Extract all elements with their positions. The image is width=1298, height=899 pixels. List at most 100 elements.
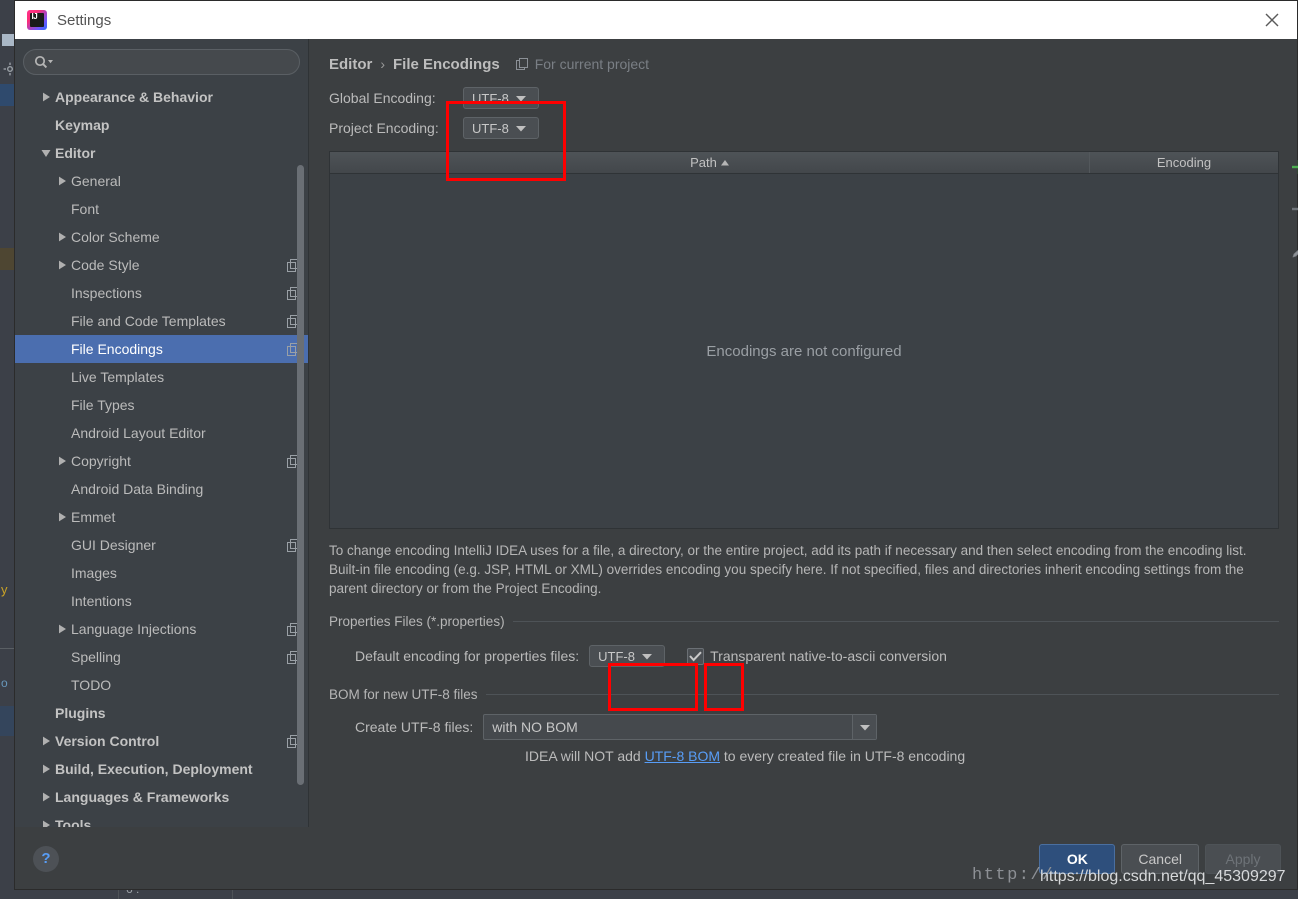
sidebar-item-android-layout-editor[interactable]: Android Layout Editor	[15, 419, 308, 447]
add-encoding-button[interactable]	[1286, 154, 1298, 180]
properties-section-header: Properties Files (*.properties)	[329, 614, 1279, 629]
encodings-table: Path Encoding Encodings are not configur…	[329, 151, 1298, 529]
sidebar-item-version-control[interactable]: Version Control	[15, 727, 308, 755]
transparent-native-to-ascii-row[interactable]: Transparent native-to-ascii conversion	[687, 647, 947, 665]
sidebar-item-font[interactable]: Font	[15, 195, 308, 223]
chevron-right-icon[interactable]	[37, 736, 55, 746]
chevron-down-icon[interactable]	[37, 149, 55, 158]
sidebar-item-language-injections[interactable]: Language Injections	[15, 615, 308, 643]
chevron-right-icon[interactable]	[37, 792, 55, 802]
chevron-right-icon[interactable]	[53, 512, 71, 522]
background-text-y: y	[1, 582, 8, 597]
sidebar-item-languages-frameworks[interactable]: Languages & Frameworks	[15, 783, 308, 811]
settings-main-panel: Editor › File Encodings For current proj…	[309, 39, 1298, 827]
create-utf8-files-row: Create UTF-8 files: with NO BOM	[329, 714, 1279, 740]
sidebar-item-live-templates[interactable]: Live Templates	[15, 363, 308, 391]
chevron-right-icon[interactable]	[37, 764, 55, 774]
sidebar-item-label: General	[71, 173, 121, 189]
utf8-bom-link[interactable]: UTF-8 BOM	[645, 748, 720, 764]
sidebar-item-general[interactable]: General	[15, 167, 308, 195]
settings-sidebar: Appearance & Behavior Keymap Editor General…	[15, 39, 309, 827]
sidebar-item-file-and-code-templates[interactable]: File and Code Templates	[15, 307, 308, 335]
help-button[interactable]: ?	[33, 845, 59, 872]
background-swatch-4	[0, 470, 12, 488]
transparent-native-to-ascii-label: Transparent native-to-ascii conversion	[710, 648, 947, 664]
background-text-o: o	[1, 676, 8, 690]
sidebar-item-color-scheme[interactable]: Color Scheme	[15, 223, 308, 251]
sidebar-item-label: Color Scheme	[71, 229, 160, 245]
column-header-encoding-label: Encoding	[1156, 155, 1212, 170]
cancel-button[interactable]: Cancel	[1121, 843, 1199, 874]
ok-button[interactable]: OK	[1039, 843, 1116, 874]
sidebar-item-label: Live Templates	[71, 369, 165, 385]
chevron-right-icon[interactable]	[53, 176, 71, 186]
sidebar-item-label: Language Injections	[71, 621, 197, 637]
sidebar-item-label: Code Style	[71, 257, 140, 273]
chevron-down-icon	[641, 647, 652, 665]
chevron-right-icon[interactable]	[37, 820, 55, 827]
sidebar-item-keymap[interactable]: Keymap	[15, 111, 308, 139]
sidebar-item-tools[interactable]: Tools	[15, 811, 308, 827]
sidebar-item-label: Build, Execution, Deployment	[55, 761, 253, 777]
sidebar-scrollbar-thumb[interactable]	[297, 165, 304, 785]
chevron-down-icon[interactable]	[852, 715, 877, 739]
sidebar-item-code-style[interactable]: Code Style	[15, 251, 308, 279]
column-header-encoding[interactable]: Encoding	[1090, 152, 1278, 173]
breadcrumb: Editor › File Encodings For current proj…	[329, 53, 1279, 75]
sidebar-item-label: GUI Designer	[71, 537, 156, 553]
sidebar-item-appearance-behavior[interactable]: Appearance & Behavior	[15, 83, 308, 111]
chevron-right-icon[interactable]	[37, 92, 55, 102]
default-properties-encoding-row: Default encoding for properties files: U…	[329, 641, 1279, 671]
sidebar-item-label: Languages & Frameworks	[55, 789, 230, 805]
chevron-right-icon[interactable]	[53, 456, 71, 466]
default-properties-encoding-dropdown[interactable]: UTF-8	[589, 645, 666, 667]
chevron-right-icon[interactable]	[53, 232, 71, 242]
sidebar-item-label: Inspections	[71, 285, 142, 301]
pencil-icon[interactable]	[1286, 238, 1298, 264]
help-label: ?	[41, 850, 51, 867]
chevron-down-icon	[515, 89, 526, 107]
table-toolbar	[1282, 152, 1298, 272]
breadcrumb-parent[interactable]: Editor	[329, 56, 372, 73]
close-icon[interactable]	[1247, 1, 1297, 39]
transparent-native-to-ascii-checkbox[interactable]	[687, 647, 705, 665]
create-utf8-files-label: Create UTF-8 files:	[355, 719, 474, 735]
sidebar-item-images[interactable]: Images	[15, 559, 308, 587]
column-header-path[interactable]: Path	[330, 152, 1090, 173]
project-scope-icon	[515, 57, 529, 71]
sidebar-item-file-encodings[interactable]: File Encodings	[15, 335, 308, 363]
sidebar-item-intentions[interactable]: Intentions	[15, 587, 308, 615]
sidebar-item-label: Intentions	[71, 593, 132, 609]
sidebar-scrollbar-track[interactable]	[297, 83, 306, 827]
global-encoding-dropdown[interactable]: UTF-8	[463, 87, 539, 109]
sidebar-item-label: File Types	[71, 397, 135, 413]
chevron-right-icon[interactable]	[53, 260, 71, 270]
background-swatch-6	[0, 706, 14, 736]
sidebar-item-spelling[interactable]: Spelling	[15, 643, 308, 671]
properties-files-section: Properties Files (*.properties) Default …	[329, 614, 1279, 671]
sidebar-item-emmet[interactable]: Emmet	[15, 503, 308, 531]
sidebar-item-file-types[interactable]: File Types	[15, 391, 308, 419]
sidebar-item-todo[interactable]: TODO	[15, 671, 308, 699]
sidebar-item-label: Android Data Binding	[71, 481, 204, 497]
create-utf8-files-dropdown[interactable]: with NO BOM	[483, 714, 878, 740]
intellij-logo-icon: IJ	[27, 10, 47, 30]
sidebar-item-editor[interactable]: Editor	[15, 139, 308, 167]
empty-state-message: Encodings are not configured	[706, 342, 902, 360]
table-header-row: Path Encoding	[330, 152, 1278, 174]
project-encoding-dropdown[interactable]: UTF-8	[463, 117, 539, 139]
encodings-description: To change encoding IntelliJ IDEA uses fo…	[329, 543, 1247, 596]
default-properties-encoding-value: UTF-8	[598, 648, 635, 664]
sidebar-item-android-data-binding[interactable]: Android Data Binding	[15, 475, 308, 503]
sidebar-item-plugins[interactable]: Plugins	[15, 699, 308, 727]
sidebar-item-build-execution-deployment[interactable]: Build, Execution, Deployment	[15, 755, 308, 783]
search-input[interactable]	[54, 53, 289, 71]
sidebar-item-gui-designer[interactable]: GUI Designer	[15, 531, 308, 559]
bom-note-prefix: IDEA will NOT add	[525, 748, 645, 764]
create-utf8-files-value: with NO BOM	[492, 719, 578, 735]
chevron-right-icon[interactable]	[53, 624, 71, 634]
remove-encoding-button[interactable]	[1286, 196, 1298, 222]
search-box[interactable]	[23, 49, 300, 75]
sidebar-item-inspections[interactable]: Inspections	[15, 279, 308, 307]
sidebar-item-copyright[interactable]: Copyright	[15, 447, 308, 475]
